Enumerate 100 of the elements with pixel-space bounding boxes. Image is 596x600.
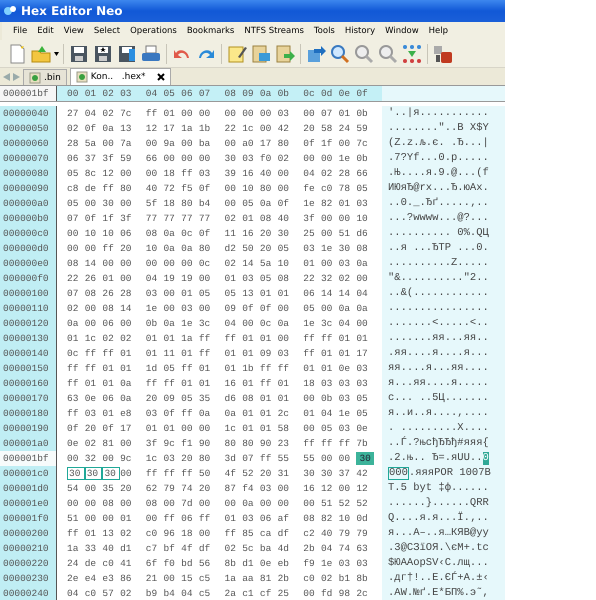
- hex-byte[interactable]: 3f: [146, 437, 164, 450]
- hex-byte[interactable]: 62: [146, 482, 164, 495]
- scroll-left-icon[interactable]: [3, 72, 10, 80]
- hex-byte[interactable]: bd: [181, 557, 199, 570]
- hex-byte[interactable]: 30: [67, 467, 85, 480]
- hex-byte[interactable]: ff: [146, 377, 164, 390]
- hex-byte[interactable]: 54: [67, 482, 85, 495]
- hex-byte[interactable]: 08: [84, 287, 102, 300]
- hex-byte[interactable]: 28: [338, 167, 356, 180]
- hex-byte[interactable]: c5: [198, 587, 216, 600]
- hex-byte[interactable]: 01: [102, 362, 120, 375]
- hex-byte[interactable]: 00: [120, 197, 138, 210]
- hex-byte[interactable]: eb: [278, 557, 296, 570]
- hex-byte[interactable]: 56: [198, 557, 216, 570]
- hex-byte[interactable]: d1: [120, 542, 138, 555]
- hex-byte[interactable]: 03: [278, 347, 296, 360]
- hex-byte[interactable]: 77: [198, 212, 216, 225]
- hex-byte[interactable]: 00: [102, 452, 120, 465]
- hex-byte[interactable]: 2c: [278, 407, 296, 420]
- hex-byte[interactable]: 04: [338, 317, 356, 330]
- hex-byte[interactable]: 77: [163, 212, 182, 225]
- hex-byte[interactable]: 08: [146, 497, 164, 510]
- hex-byte[interactable]: 05: [181, 392, 199, 405]
- hex-byte[interactable]: 02: [338, 272, 356, 285]
- hex-byte[interactable]: df: [278, 527, 296, 540]
- hex-byte[interactable]: 50: [242, 242, 260, 255]
- hex-byte[interactable]: 1a: [67, 542, 85, 555]
- hex-byte[interactable]: 20: [120, 242, 138, 255]
- hex-byte[interactable]: 01: [278, 392, 296, 405]
- hex-byte[interactable]: 10: [84, 227, 102, 240]
- hex-byte[interactable]: 7a: [120, 137, 138, 150]
- hex-byte[interactable]: 02: [224, 257, 242, 270]
- hex-byte[interactable]: 02: [102, 107, 120, 120]
- hex-byte[interactable]: 01: [146, 332, 164, 345]
- hex-byte[interactable]: 00: [163, 302, 182, 315]
- hex-byte[interactable]: 1e: [320, 242, 339, 255]
- hex-byte[interactable]: 01: [242, 347, 260, 360]
- hex-byte[interactable]: 00: [320, 257, 339, 270]
- hex-byte[interactable]: 01: [338, 107, 356, 120]
- hex-byte[interactable]: 14: [84, 257, 102, 270]
- hex-byte[interactable]: 01: [242, 332, 260, 345]
- hex-byte[interactable]: 0a: [163, 317, 182, 330]
- hex-byte[interactable]: 20: [120, 482, 138, 495]
- hex-byte[interactable]: 01: [242, 407, 260, 420]
- hex-byte[interactable]: 01: [260, 287, 278, 300]
- hex-byte[interactable]: 03: [242, 512, 260, 525]
- hex-byte[interactable]: 17: [260, 137, 278, 150]
- hex-byte[interactable]: 00: [163, 572, 182, 585]
- hex-byte[interactable]: 4f: [224, 467, 242, 480]
- menu-item[interactable]: Tools: [308, 26, 340, 36]
- hex-byte[interactable]: 80: [242, 437, 260, 450]
- hex-byte[interactable]: 02: [102, 332, 120, 345]
- hex-byte[interactable]: 2e: [67, 572, 85, 585]
- hex-byte[interactable]: 03: [303, 242, 321, 255]
- hex-byte[interactable]: 13: [120, 122, 138, 135]
- hex-byte[interactable]: ff: [146, 467, 164, 480]
- hex-byte[interactable]: 00: [84, 302, 102, 315]
- hex-byte[interactable]: 3c: [198, 317, 216, 330]
- hex-byte[interactable]: 1d: [146, 362, 164, 375]
- hex-byte[interactable]: 03: [338, 392, 356, 405]
- hex-byte[interactable]: 66: [356, 167, 374, 180]
- hex-byte[interactable]: 24: [67, 557, 85, 570]
- hex-byte[interactable]: 00: [67, 497, 85, 510]
- hex-byte[interactable]: 00: [338, 137, 356, 150]
- hex-byte[interactable]: 01: [320, 347, 339, 360]
- hex-byte[interactable]: b9: [146, 587, 164, 600]
- hex-byte[interactable]: 39: [224, 167, 242, 180]
- hex-byte[interactable]: 4f: [181, 542, 199, 555]
- hex-byte[interactable]: ff: [320, 437, 339, 450]
- hex-byte[interactable]: 01: [163, 107, 182, 120]
- hex-byte[interactable]: 37: [338, 467, 356, 480]
- hex-byte[interactable]: 8b: [224, 557, 242, 570]
- hex-byte[interactable]: 00: [278, 167, 296, 180]
- hex-byte[interactable]: 03: [356, 377, 374, 390]
- hex-byte[interactable]: 72: [163, 182, 182, 195]
- hex-byte[interactable]: 52: [338, 497, 356, 510]
- hex-byte[interactable]: 01: [242, 377, 260, 390]
- hex-byte[interactable]: 00: [198, 422, 216, 435]
- hex-byte[interactable]: 41: [120, 557, 138, 570]
- hex-byte[interactable]: 00: [163, 287, 182, 300]
- hex-byte[interactable]: 07: [242, 452, 260, 465]
- hex-byte[interactable]: 86: [120, 572, 138, 585]
- hex-byte[interactable]: 00: [356, 317, 374, 330]
- hex-byte[interactable]: fe: [303, 182, 321, 195]
- hex-byte[interactable]: 3f: [303, 212, 321, 225]
- hex-byte[interactable]: 16: [242, 227, 260, 240]
- hex-byte[interactable]: 30: [356, 452, 374, 465]
- hex-byte[interactable]: 1e: [303, 197, 321, 210]
- hex-byte[interactable]: 03: [146, 287, 164, 300]
- hex-byte[interactable]: 03: [84, 407, 102, 420]
- hex-byte[interactable]: bf: [163, 542, 182, 555]
- hex-byte[interactable]: 08: [146, 227, 164, 240]
- hex-byte[interactable]: 21: [146, 572, 164, 585]
- hex-byte[interactable]: 59: [356, 122, 374, 135]
- hex-byte[interactable]: cf: [260, 587, 278, 600]
- hex-byte[interactable]: 7d: [181, 497, 199, 510]
- hex-byte[interactable]: 1a: [224, 572, 242, 585]
- menu-item[interactable]: NTFS Streams: [239, 26, 309, 36]
- hex-byte[interactable]: 74: [181, 482, 199, 495]
- hex-byte[interactable]: 30: [84, 467, 102, 480]
